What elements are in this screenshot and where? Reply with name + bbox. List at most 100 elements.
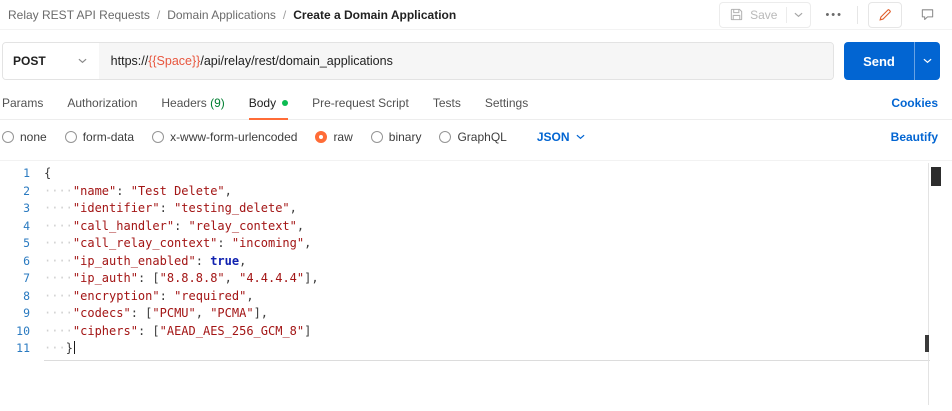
chevron-down-icon [78, 58, 87, 64]
code-text: { [30, 165, 51, 183]
code-line[interactable]: 4····"call_handler": "relay_context", [0, 218, 952, 236]
code-line[interactable]: 6····"ip_auth_enabled": true, [0, 253, 952, 271]
tab-label: Headers [161, 96, 206, 110]
request-tabs-bar: Params Authorization Headers (9) Body Pre-re… [0, 86, 952, 120]
scrollbar-thumb[interactable] [931, 167, 941, 186]
language-select[interactable]: JSON [537, 130, 585, 144]
line-number: 9 [0, 305, 30, 323]
code-line[interactable]: 2····"name": "Test Delete", [0, 183, 952, 201]
line-number: 4 [0, 218, 30, 236]
body-type-form-data[interactable]: form-data [65, 130, 134, 144]
code-text: ···} [30, 340, 75, 358]
request-bar: POST https://{{Space}}/api/relay/rest/do… [2, 42, 940, 80]
chevron-down-icon [794, 12, 803, 18]
more-options-button[interactable]: ••• [821, 9, 847, 21]
body-type-none[interactable]: none [2, 130, 47, 144]
cookies-link[interactable]: Cookies [891, 96, 938, 110]
breadcrumb-separator: / [283, 8, 286, 22]
radio-label: raw [333, 130, 352, 144]
radio-label: none [20, 130, 47, 144]
line-number: 6 [0, 253, 30, 271]
tab-settings[interactable]: Settings [485, 86, 528, 119]
code-text: ····"encryption": "required", [30, 288, 254, 306]
url-variable: {{Space}} [148, 54, 200, 68]
language-label: JSON [537, 130, 570, 144]
code-text: ····"call_relay_context": "incoming", [30, 235, 311, 253]
code-text: ····"ip_auth_enabled": true, [30, 253, 246, 271]
tab-body[interactable]: Body [249, 86, 288, 119]
send-button-group: Send [844, 42, 940, 80]
code-text: ····"codecs": ["PCMU", "PCMA"], [30, 305, 268, 323]
body-type-bar: none form-data x-www-form-urlencoded raw bin… [0, 120, 952, 154]
breadcrumb-bar: Relay REST API Requests / Domain Applicati… [0, 0, 952, 30]
tab-headers[interactable]: Headers (9) [161, 86, 224, 119]
line-number: 8 [0, 288, 30, 306]
code-line[interactable]: 10····"ciphers": ["AEAD_AES_256_GCM_8"] [0, 323, 952, 341]
body-type-x-www-form-urlencoded[interactable]: x-www-form-urlencoded [152, 130, 297, 144]
breadcrumb: Relay REST API Requests / Domain Applicati… [8, 8, 456, 22]
url-group: POST https://{{Space}}/api/relay/rest/do… [2, 42, 834, 80]
body-content-dot [282, 100, 288, 106]
code-text: ····"identifier": "testing_delete", [30, 200, 297, 218]
save-button-label: Save [750, 8, 777, 22]
body-type-graphql[interactable]: GraphQL [439, 130, 506, 144]
radio-label: binary [389, 130, 422, 144]
breadcrumb-item[interactable]: Domain Applications [167, 8, 276, 22]
url-input[interactable]: https://{{Space}}/api/relay/rest/domain_… [99, 43, 833, 79]
comments-button[interactable] [912, 2, 942, 28]
tab-label: Authorization [67, 96, 137, 110]
radio-label: GraphQL [457, 130, 506, 144]
tab-label: Settings [485, 96, 528, 110]
tab-authorization[interactable]: Authorization [67, 86, 137, 119]
radio-label: x-www-form-urlencoded [170, 130, 297, 144]
tab-label: Body [249, 96, 276, 110]
text-cursor [74, 341, 76, 354]
scrollbar-cursor-marker [925, 335, 929, 352]
editor-bottom-divider [44, 360, 930, 361]
code-line[interactable]: 3····"identifier": "testing_delete", [0, 200, 952, 218]
code-editor[interactable]: 1{2····"name": "Test Delete",3····"ident… [0, 160, 952, 405]
headers-count: (9) [207, 96, 225, 110]
request-tabs: Params Authorization Headers (9) Body Pre-re… [2, 86, 528, 119]
tab-tests[interactable]: Tests [433, 86, 461, 119]
scrollbar-track[interactable] [928, 163, 929, 405]
tab-params[interactable]: Params [2, 86, 43, 119]
tab-label: Pre-request Script [312, 96, 409, 110]
radio-icon [152, 131, 164, 143]
postman-request-page: Relay REST API Requests / Domain Applicati… [0, 0, 952, 405]
save-button-group: Save [719, 2, 811, 28]
code-line[interactable]: 7····"ip_auth": ["8.8.8.8", "4.4.4.4"], [0, 270, 952, 288]
send-dropdown-button[interactable] [914, 42, 940, 80]
method-select[interactable]: POST [3, 43, 99, 79]
send-button[interactable]: Send [844, 42, 914, 80]
url-path: /api/relay/rest/domain_applications [200, 54, 392, 68]
tab-pre-request-script[interactable]: Pre-request Script [312, 86, 409, 119]
body-type-raw[interactable]: raw [315, 130, 352, 144]
comment-icon [920, 7, 935, 22]
chevron-down-icon [923, 58, 932, 64]
breadcrumb-item[interactable]: Relay REST API Requests [8, 8, 150, 22]
method-label: POST [13, 54, 46, 68]
code-line[interactable]: 8····"encryption": "required", [0, 288, 952, 306]
line-number: 2 [0, 183, 30, 201]
body-type-options: none form-data x-www-form-urlencoded raw bin… [2, 130, 507, 144]
code-line[interactable]: 5····"call_relay_context": "incoming", [0, 235, 952, 253]
breadcrumb-item[interactable]: Create a Domain Application [293, 8, 456, 22]
save-button[interactable]: Save [720, 7, 786, 22]
divider [857, 6, 858, 24]
body-type-binary[interactable]: binary [371, 130, 422, 144]
code-line[interactable]: 1{ [0, 165, 952, 183]
code-text: ····"name": "Test Delete", [30, 183, 232, 201]
radio-label: form-data [83, 130, 134, 144]
code-line[interactable]: 11···} [0, 340, 952, 358]
radio-icon [65, 131, 77, 143]
chevron-down-icon [576, 134, 585, 140]
beautify-link[interactable]: Beautify [891, 130, 938, 144]
save-dropdown-button[interactable] [787, 3, 810, 27]
url-prefix: https:// [111, 54, 149, 68]
code-line[interactable]: 9····"codecs": ["PCMU", "PCMA"], [0, 305, 952, 323]
radio-icon [371, 131, 383, 143]
edit-annotate-button[interactable] [868, 2, 902, 28]
radio-icon [439, 131, 451, 143]
line-number: 7 [0, 270, 30, 288]
